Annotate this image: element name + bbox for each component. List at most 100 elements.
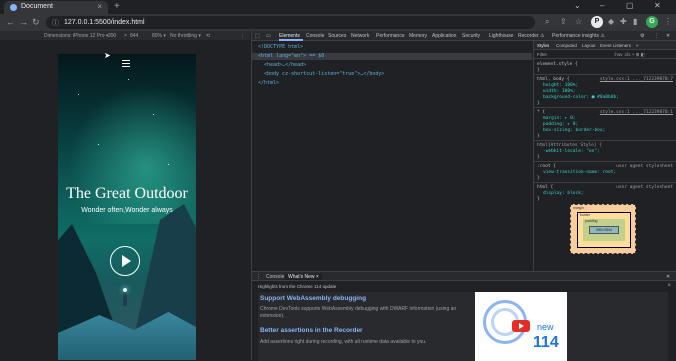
- person-with-lamp: [123, 288, 127, 306]
- element-style-rule[interactable]: element.style {: [537, 62, 578, 67]
- box-model-diagram: margin border padding 390×2844: [570, 204, 636, 254]
- tab-network[interactable]: Network: [351, 33, 369, 39]
- style-prop[interactable]: margin: ▸ 0;: [543, 116, 576, 121]
- chevron-down-icon[interactable]: ⌄: [574, 1, 581, 10]
- tab-performance-insights[interactable]: Performance insights ⚠: [552, 33, 605, 39]
- devtools-menu-icon[interactable]: ⋮: [654, 33, 659, 39]
- body-node[interactable]: <body cz-shortcut-listen="true">…</body>: [264, 71, 384, 77]
- more-options-icon[interactable]: ⋮: [240, 33, 245, 39]
- whats-new-video-thumbnail[interactable]: new 114: [475, 292, 567, 361]
- tab-security[interactable]: Security: [462, 33, 480, 39]
- style-prop: display: block;: [543, 191, 584, 196]
- devtools-tabbar: ⬚ ▭ Elements Console Sources Network Per…: [252, 31, 676, 41]
- tab-layout[interactable]: Layout: [582, 43, 596, 48]
- extension-icon[interactable]: ◆: [608, 17, 614, 26]
- html-body-source-link[interactable]: style.css:1 ..._712239070:7: [600, 77, 673, 82]
- sidebar-icon[interactable]: ▮: [633, 17, 637, 26]
- style-prop: view-transition-name: root;: [543, 170, 617, 175]
- style-prop[interactable]: padding: ▸ 0;: [543, 122, 578, 127]
- maximize-icon[interactable]: ▢: [626, 1, 634, 10]
- tab-more[interactable]: »: [636, 43, 639, 48]
- youtube-play-icon[interactable]: [512, 320, 530, 332]
- throttling-select[interactable]: No throttling ▾: [170, 33, 201, 39]
- search-icon[interactable]: ⌕: [545, 17, 549, 27]
- html-node[interactable]: <html lang="en"> == $0: [258, 53, 324, 59]
- browser-tab[interactable]: Document ×: [4, 1, 108, 14]
- divider: [534, 140, 676, 141]
- forward-icon[interactable]: →: [19, 17, 28, 27]
- reload-icon[interactable]: ↻: [32, 17, 40, 28]
- puzzle-icon[interactable]: ✚: [620, 17, 627, 26]
- feature-headline-link[interactable]: Better assertions in the Recorder: [260, 327, 363, 334]
- menu-kebab-icon[interactable]: ⋮: [664, 17, 672, 26]
- close-window-icon[interactable]: ✕: [654, 1, 661, 10]
- url-text[interactable]: 127.0.0.1:5500/index.html: [64, 19, 145, 26]
- universal-source-link[interactable]: style.css:1 ..._712239070:1: [600, 110, 673, 115]
- rotate-icon[interactable]: ⟲: [206, 33, 210, 39]
- height-input[interactable]: 844: [130, 33, 138, 39]
- tab-computed[interactable]: Computed: [556, 43, 577, 48]
- new-tab-button[interactable]: +: [114, 1, 120, 12]
- bookmark-star-icon[interactable]: ☆: [575, 17, 582, 26]
- star: [128, 79, 129, 80]
- html-close-node[interactable]: </html>: [258, 80, 279, 86]
- zoom-select[interactable]: 80% ▾: [152, 33, 166, 39]
- minimize-icon[interactable]: –: [600, 1, 604, 10]
- filter-buttons[interactable]: :hov .cls + ⊞ ◧: [614, 52, 645, 58]
- feature-description: Add assertions right during recording, w…: [260, 339, 427, 345]
- divider: [534, 74, 676, 75]
- close-icon[interactable]: ×: [667, 283, 671, 289]
- aurora-glow: [68, 84, 196, 224]
- drawer-tab-whats-new[interactable]: What's New ×: [285, 274, 322, 280]
- tab-recorder[interactable]: Recorder ⚠: [518, 33, 544, 39]
- tab-sources[interactable]: Sources: [328, 33, 346, 39]
- feature-headline-link[interactable]: Support WebAssembly debugging: [260, 295, 366, 302]
- inspect-icon[interactable]: ⬚: [255, 33, 260, 39]
- elements-tree: <!DOCTYPE html> <html lang="en"> == $0 <…: [252, 41, 532, 293]
- doctype-node[interactable]: <!DOCTYPE html>: [258, 44, 303, 50]
- info-icon[interactable]: ⓘ: [52, 18, 59, 28]
- border-label: border: [580, 213, 591, 217]
- html-attributes-selector: html[Attributes Style] {: [537, 143, 603, 148]
- style-prop[interactable]: box-sizing: border-box;: [543, 128, 605, 133]
- box-content[interactable]: 390×2844: [589, 226, 619, 234]
- close-icon[interactable]: ×: [97, 2, 102, 11]
- tab-memory[interactable]: Memory: [409, 33, 427, 39]
- width-input[interactable]: 390: [108, 33, 116, 39]
- html-body-selector[interactable]: html, body {: [537, 77, 570, 82]
- style-prop[interactable]: background-color: ■ #0a0b0b;: [543, 95, 619, 100]
- tab-lighthouse[interactable]: Lighthouse: [489, 33, 513, 39]
- tab-event-listeners[interactable]: Event Listeners: [600, 43, 631, 48]
- tab-styles[interactable]: Styles: [537, 43, 549, 48]
- dimension-separator: ×: [124, 33, 127, 39]
- profile-avatar[interactable]: G: [646, 16, 658, 28]
- tab-performance[interactable]: Performance: [376, 33, 405, 39]
- close-drawer-icon[interactable]: ✕: [666, 274, 670, 280]
- drawer-tab-console[interactable]: Console: [266, 274, 284, 280]
- device-toggle-icon[interactable]: ▭: [266, 33, 271, 39]
- rule-close: }: [537, 134, 540, 139]
- tab-application[interactable]: Application: [432, 33, 456, 39]
- style-prop[interactable]: height: 100%;: [543, 83, 578, 88]
- device-toolbar: Dimensions: iPhone 12 Pro ▾ 390 × 844 80…: [0, 31, 250, 40]
- hamburger-menu-icon[interactable]: [122, 60, 130, 67]
- style-prop[interactable]: width: 100%;: [543, 89, 576, 94]
- hero-subtitle: Wonder often,Wonder always: [81, 207, 173, 214]
- divider: [534, 107, 676, 108]
- share-icon[interactable]: ⇪: [560, 17, 567, 26]
- device-select[interactable]: Dimensions: iPhone 12 Pro ▾: [44, 33, 109, 39]
- play-button-icon[interactable]: [110, 246, 140, 276]
- filter-input[interactable]: Filter: [537, 52, 547, 57]
- back-icon[interactable]: ←: [6, 17, 15, 27]
- address-bar[interactable]: ⓘ 127.0.0.1:5500/index.html: [46, 16, 535, 29]
- head-node[interactable]: <head>…</head>: [264, 62, 306, 68]
- close-devtools-icon[interactable]: ✕: [666, 33, 670, 39]
- star: [168, 164, 169, 165]
- extension-avatar[interactable]: P: [591, 16, 603, 28]
- user-agent-label: user agent stylesheet: [616, 185, 673, 190]
- drawer-menu-icon[interactable]: ⋮: [256, 274, 261, 280]
- settings-gear-icon[interactable]: ⚙: [640, 33, 644, 39]
- tab-console[interactable]: Console: [306, 33, 324, 39]
- universal-selector[interactable]: * {: [537, 110, 545, 115]
- whats-new-heading: Highlights from the Chrome 114 update: [258, 284, 337, 289]
